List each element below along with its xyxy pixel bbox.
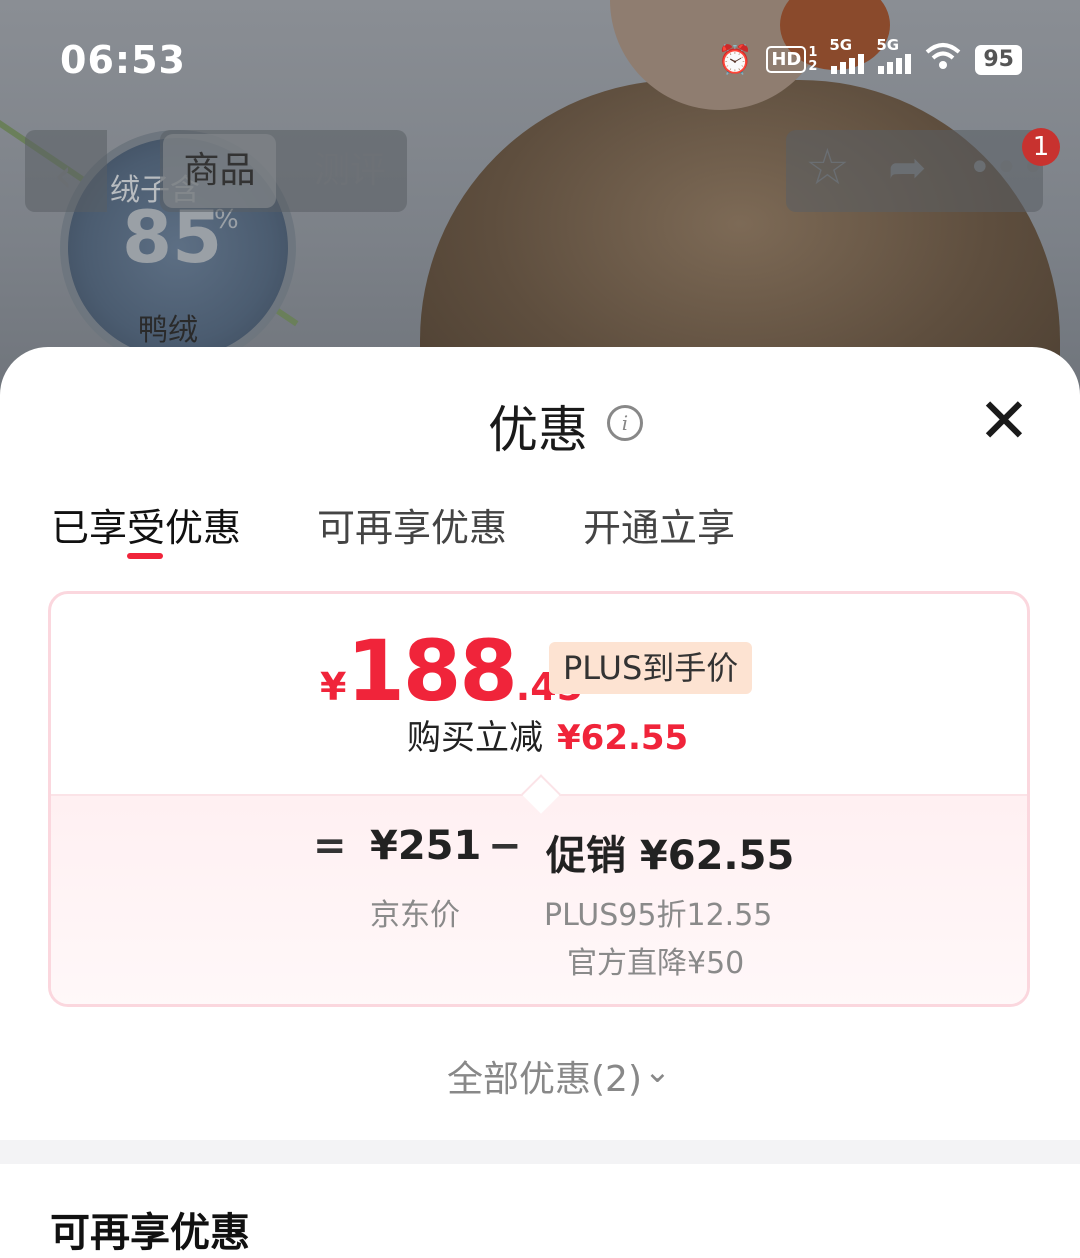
plus-price-tag: PLUS到手价 [549, 642, 753, 694]
price-integer: 188 [346, 622, 517, 720]
tab-goods[interactable]: 商品 [163, 134, 276, 208]
saving-amount: ¥62.55 [557, 718, 689, 758]
active-tab-indicator [127, 553, 163, 559]
promo-total: 促销 ¥62.55 [546, 833, 795, 879]
hd-indicator: HD 1 2 [766, 45, 817, 74]
alarm-icon: ⏰ [717, 43, 753, 76]
tab-review[interactable]: 测评 [300, 134, 400, 208]
sheet-title: 优惠 [488, 401, 588, 459]
base-price: ¥251 [370, 823, 482, 869]
chevron-down-icon[interactable]: ⌄ [644, 1052, 671, 1090]
wifi-icon [925, 42, 961, 77]
status-bar: 06:53 ⏰ HD 1 2 5G 5G 95 [0, 0, 1080, 120]
section-title-more-discounts: 可再享优惠 [50, 1210, 250, 1256]
minus-sign: − [488, 823, 522, 869]
status-icons: ⏰ HD 1 2 5G 5G 95 [717, 36, 1022, 77]
breakdown-panel [51, 794, 1027, 1004]
equals-sign: = [313, 823, 347, 869]
final-price: ¥188.45 [320, 622, 583, 720]
info-icon[interactable]: i [607, 405, 643, 441]
signal-2-icon: 5G [876, 36, 912, 74]
all-discounts-toggle[interactable]: 全部优惠(2) [447, 1050, 642, 1102]
price-currency: ¥ [320, 665, 347, 709]
saving-label: 购买立减 [407, 718, 543, 758]
hd-icon: HD [766, 46, 807, 73]
status-time: 06:53 [60, 38, 186, 82]
saving-line: 购买立减 ¥62.55 [407, 710, 688, 759]
battery-icon: 95 [975, 44, 1022, 75]
favorite-star-icon[interactable]: ☆ [805, 138, 850, 196]
tab-more-available[interactable]: 可再享优惠 [317, 497, 507, 552]
signal-1-icon: 5G [829, 36, 865, 74]
tab-enjoyed[interactable]: 已享受优惠 [51, 497, 241, 552]
close-icon[interactable]: ✕ [978, 390, 1030, 452]
section-divider [0, 1140, 1080, 1164]
share-icon[interactable]: ➦ [888, 140, 927, 194]
tab-open-enjoy[interactable]: 开通立享 [583, 497, 735, 552]
notification-badge: 1 [1022, 128, 1060, 166]
badge-footer: 鸭绒 [138, 313, 198, 348]
base-price-label: 京东价 [370, 898, 460, 933]
promo-detail-plus: PLUS95折12.55 [544, 898, 773, 933]
promo-detail-official: 官方直降¥50 [567, 946, 745, 981]
back-icon: ‹ [54, 148, 73, 202]
